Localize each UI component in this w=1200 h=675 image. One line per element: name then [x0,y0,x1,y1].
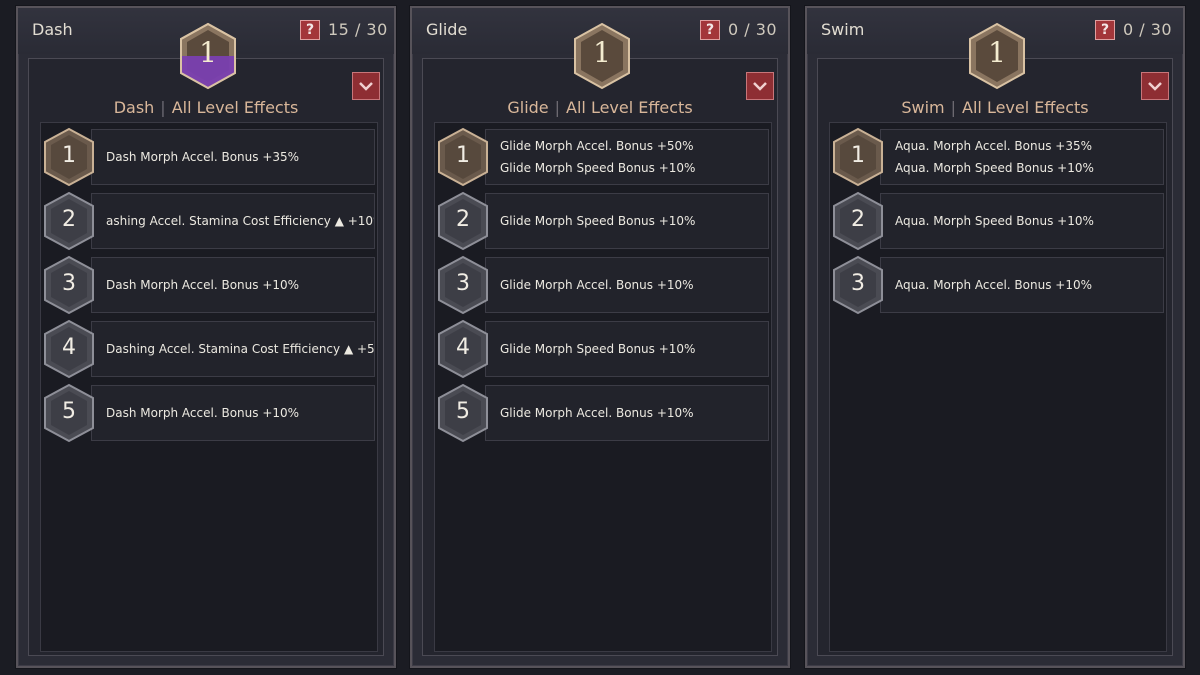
level-badge: 1 [178,22,238,90]
panel-title: Swim [821,20,865,39]
panel-title: Glide [426,20,468,39]
help-icon[interactable]: ? [1095,20,1115,40]
panel-glide: Glide ? 0 / 30 1 Glide | All Level Effects… [410,6,790,668]
effect-text: Dash Morph Accel. Bonus +10% [106,406,300,420]
effect-row: Glide Morph Speed Bonus +10% 2 [435,191,773,251]
level-hex-icon: 5 [437,383,489,443]
subtitle-name: Dash [113,98,155,117]
level-badge: 1 [572,22,632,90]
subtitle-effects: All Level Effects [566,98,693,117]
level-hex-icon: 3 [43,255,95,315]
effect-row: Dash Morph Accel. Bonus +10% 3 [41,255,379,315]
effect-row: Glide Morph Accel. Bonus +10% 5 [435,383,773,443]
effect-box: Glide Morph Accel. Bonus +10% [485,385,769,441]
effect-text: Aqua. Morph Accel. Bonus +35% Aqua. Morph… [895,139,1094,175]
effect-text: Dash Morph Accel. Bonus +35% [106,150,300,164]
effects-list: Glide Morph Accel. Bonus +50% Glide Morph… [434,122,772,652]
progress-count: 15 / 30 [328,20,388,39]
badge-level: 1 [593,36,611,69]
effect-row: ashing Accel. Stamina Cost Efficiency ▲ … [41,191,379,251]
subtitle-effects: All Level Effects [962,98,1089,117]
help-icon[interactable]: ? [300,20,320,40]
effect-text: Dash Morph Accel. Bonus +10% [106,278,300,292]
panel-title: Dash [32,20,73,39]
level-hex-icon: 1 [43,127,95,187]
level-hex-icon: 4 [43,319,95,379]
effect-box: Aqua. Morph Speed Bonus +10% [880,193,1164,249]
effect-box: ashing Accel. Stamina Cost Efficiency ▲ … [91,193,375,249]
effect-box: Aqua. Morph Accel. Bonus +35% Aqua. Morph… [880,129,1164,185]
chevron-down-icon [1148,82,1162,91]
effect-row: Glide Morph Accel. Bonus +10% 3 [435,255,773,315]
effect-text: Dashing Accel. Stamina Cost Efficiency ▲… [106,342,375,356]
effect-box: Aqua. Morph Accel. Bonus +10% [880,257,1164,313]
badge-level: 1 [199,36,217,69]
level-hex-icon: 2 [832,191,884,251]
effects-subtitle: Dash | All Level Effects [113,98,299,117]
effect-row: Aqua. Morph Accel. Bonus +10% 3 [830,255,1168,315]
effects-list: Aqua. Morph Accel. Bonus +35% Aqua. Morph… [829,122,1167,652]
subtitle-name: Swim [901,98,945,117]
effect-row: Glide Morph Accel. Bonus +50% Glide Morph… [435,127,773,187]
panel-swim: Swim ? 0 / 30 1 Swim | All Level Effects A… [805,6,1185,668]
effects-subtitle: Glide | All Level Effects [507,98,693,117]
effect-row: Aqua. Morph Speed Bonus +10% 2 [830,191,1168,251]
expand-toggle-button[interactable] [746,72,774,100]
effect-row: Dash Morph Accel. Bonus +10% 5 [41,383,379,443]
level-hex-icon: 4 [437,319,489,379]
subtitle-name: Glide [507,98,549,117]
level-hex-icon: 2 [437,191,489,251]
effect-text: Glide Morph Accel. Bonus +10% [500,406,694,420]
level-hex-icon: 1 [437,127,489,187]
badge-level: 1 [988,36,1006,69]
effect-box: Dashing Accel. Stamina Cost Efficiency ▲… [91,321,375,377]
effect-text: ashing Accel. Stamina Cost Efficiency ▲ … [106,214,375,228]
panel-dash: Dash ? 15 / 30 1 Dash | All Level Effects … [16,6,396,668]
effect-row: Glide Morph Speed Bonus +10% 4 [435,319,773,379]
level-hex-icon: 2 [43,191,95,251]
expand-toggle-button[interactable] [1141,72,1169,100]
effect-text: Glide Morph Accel. Bonus +10% [500,278,694,292]
effect-box: Dash Morph Accel. Bonus +10% [91,257,375,313]
effects-subtitle: Swim | All Level Effects [901,98,1089,117]
effect-box: Dash Morph Accel. Bonus +35% [91,129,375,185]
effects-list: Dash Morph Accel. Bonus +35% 1 ashing Ac… [40,122,378,652]
effect-box: Glide Morph Accel. Bonus +50% Glide Morph… [485,129,769,185]
effect-box: Glide Morph Accel. Bonus +10% [485,257,769,313]
effect-text: Glide Morph Speed Bonus +10% [500,342,696,356]
level-hex-icon: 5 [43,383,95,443]
help-icon[interactable]: ? [700,20,720,40]
chevron-down-icon [359,82,373,91]
effect-box: Dash Morph Accel. Bonus +10% [91,385,375,441]
effect-row: Dashing Accel. Stamina Cost Efficiency ▲… [41,319,379,379]
effect-text: Aqua. Morph Accel. Bonus +10% [895,278,1092,292]
effect-box: Glide Morph Speed Bonus +10% [485,193,769,249]
level-hex-icon: 3 [832,255,884,315]
progress-count: 0 / 30 [728,20,778,39]
subtitle-effects: All Level Effects [171,98,299,117]
progress-count: 0 / 30 [1123,20,1173,39]
effect-row: Dash Morph Accel. Bonus +35% 1 [41,127,379,187]
expand-toggle-button[interactable] [352,72,380,100]
level-badge: 1 [967,22,1027,90]
chevron-down-icon [753,82,767,91]
effect-text: Glide Morph Accel. Bonus +50% Glide Morph… [500,139,696,175]
effect-row: Aqua. Morph Accel. Bonus +35% Aqua. Morph… [830,127,1168,187]
effect-text: Glide Morph Speed Bonus +10% [500,214,696,228]
effect-text: Aqua. Morph Speed Bonus +10% [895,214,1094,228]
effect-box: Glide Morph Speed Bonus +10% [485,321,769,377]
level-hex-icon: 1 [832,127,884,187]
level-hex-icon: 3 [437,255,489,315]
